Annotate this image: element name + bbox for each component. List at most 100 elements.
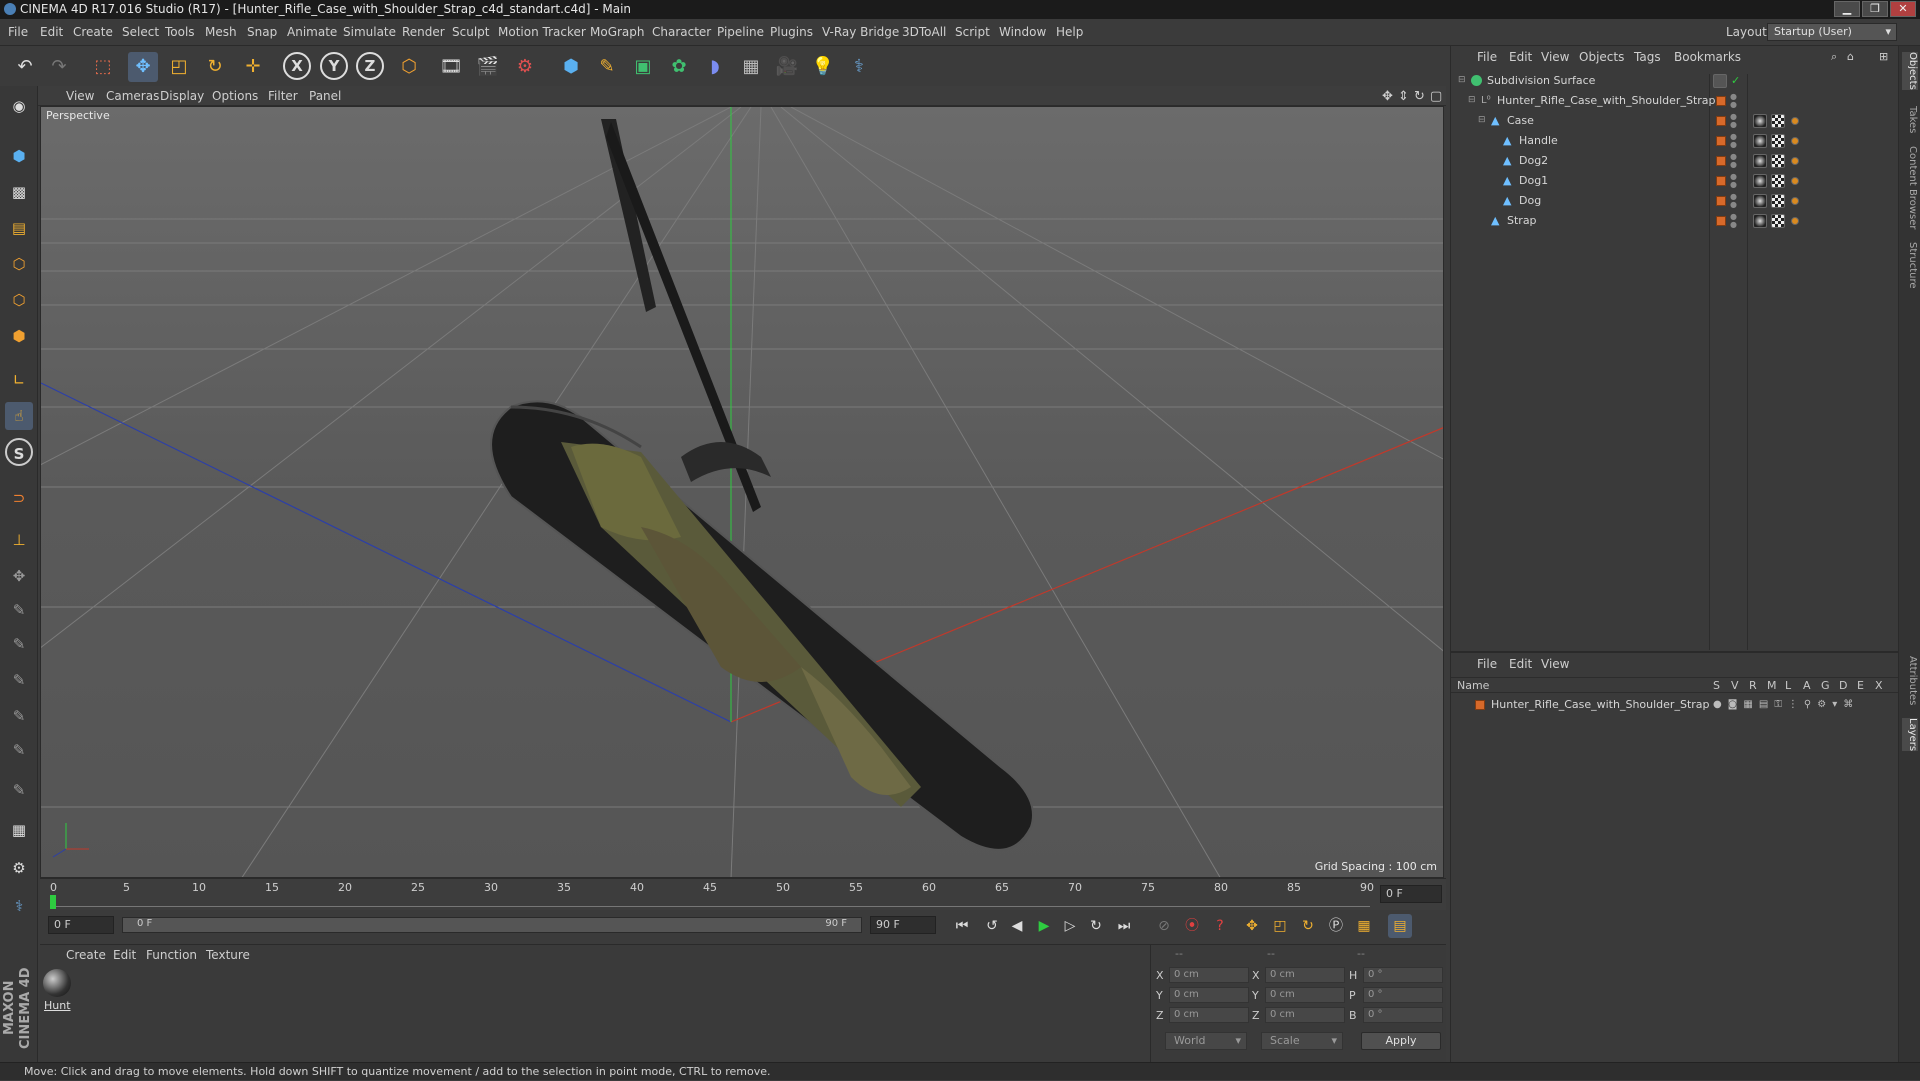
tweak-mode-icon[interactable]: ☝ [5, 402, 33, 430]
material-thumbnail[interactable] [43, 969, 71, 997]
size-y-field[interactable]: 0 cm [1265, 987, 1345, 1003]
timeline-playhead[interactable] [50, 895, 56, 909]
viewport-zoom-icon[interactable]: ⇕ [1398, 89, 1409, 104]
deformer-icon[interactable]: ◗ [700, 52, 730, 82]
layer-col-locked[interactable]: L [1785, 679, 1791, 692]
rotate-tool-icon[interactable]: ↻ [200, 52, 230, 82]
grid-lock-icon[interactable]: ▦ [5, 816, 33, 844]
menu-file[interactable]: File [8, 25, 28, 39]
uvw-tag-icon[interactable] [1771, 114, 1785, 128]
light-icon[interactable]: 💡 [808, 52, 838, 82]
layer-name[interactable]: Hunter_Rifle_Case_with_Shoulder_Strap [1491, 695, 1710, 715]
layers-menu-file[interactable]: File [1477, 657, 1497, 671]
texture-mode-icon[interactable]: ▩ [5, 178, 33, 206]
material-tag-icon[interactable] [1753, 214, 1767, 228]
phong-tag-icon[interactable] [1791, 157, 1799, 165]
brush-icon[interactable]: ✎ [5, 596, 33, 624]
timeline-window-icon[interactable]: ▤ [1388, 914, 1412, 938]
edges-mode-icon[interactable]: ⬡ [5, 286, 33, 314]
viewport-maximize-icon[interactable]: ▢ [1430, 89, 1442, 104]
workplane-axis-icon[interactable]: ⊥ [5, 526, 33, 554]
tab-attributes[interactable]: Attributes [1902, 656, 1918, 705]
material-tag-icon[interactable] [1753, 154, 1767, 168]
brush-s-icon[interactable]: ✎ [5, 702, 33, 730]
size-x-field[interactable]: 0 cm [1265, 967, 1345, 983]
layer-col-generators[interactable]: G [1821, 679, 1830, 692]
uvw-tag-icon[interactable] [1771, 134, 1785, 148]
viewport-move-icon[interactable]: ✥ [1382, 89, 1393, 104]
menu-pipeline[interactable]: Pipeline [717, 25, 764, 39]
menu-sculpt[interactable]: Sculpt [452, 25, 489, 39]
go-to-start-icon[interactable]: ⏮ [950, 914, 974, 938]
tab-structure[interactable]: Structure [1902, 242, 1918, 289]
start-frame-field[interactable]: 0 F [48, 916, 114, 934]
objects-home-icon[interactable]: ⌂ [1847, 50, 1854, 63]
menu-script[interactable]: Script [955, 25, 990, 39]
cube-primitive-icon[interactable]: ⬢ [556, 52, 586, 82]
layer-color-swatch[interactable] [1716, 216, 1726, 226]
visibility-dots-icon[interactable]: ● ● [1730, 213, 1737, 229]
viewport-perspective[interactable]: Perspective Grid Spacing : 100 cm [40, 106, 1444, 878]
object-name[interactable]: Dog2 [1519, 151, 1548, 171]
frame-range-slider[interactable]: 0 F 90 F [122, 917, 862, 933]
objects-menu-view[interactable]: View [1541, 50, 1569, 64]
live-selection-icon[interactable]: ⬚ [88, 52, 118, 82]
objects-menu-edit[interactable]: Edit [1509, 50, 1532, 64]
menu-create[interactable]: Create [73, 25, 113, 39]
objects-menu-bookmarks[interactable]: Bookmarks [1674, 50, 1741, 64]
uvw-tag-icon[interactable] [1771, 194, 1785, 208]
material-tag-icon[interactable] [1753, 194, 1767, 208]
layout-select[interactable]: Startup (User) [1767, 23, 1897, 41]
next-frame-icon[interactable]: ▷ [1058, 914, 1082, 938]
key-position-icon[interactable]: ✥ [1240, 914, 1264, 938]
object-row-case[interactable]: ⊟ ▲ Case ● ● [1451, 111, 1899, 131]
visibility-dots-icon[interactable]: ● ● [1730, 113, 1737, 129]
layer-col-view[interactable]: V [1731, 679, 1739, 692]
objects-search-icon[interactable]: ⌕ [1831, 50, 1837, 64]
material-menu-edit[interactable]: Edit [113, 948, 136, 962]
objects-menu-tags[interactable]: Tags [1634, 50, 1661, 64]
brush-rs-icon[interactable]: ✎ [5, 666, 33, 694]
record-keys-disabled-icon[interactable]: ⊘ [1152, 914, 1176, 938]
expand-toggle-icon[interactable]: ⊟ [1458, 75, 1469, 86]
object-name[interactable]: Case [1507, 111, 1534, 131]
object-name[interactable]: Hunter_Rifle_Case_with_Shoulder_Strap [1497, 91, 1716, 111]
menu-mograph[interactable]: MoGraph [590, 25, 645, 39]
layer-col-expressions[interactable]: E [1857, 679, 1864, 692]
minimize-button[interactable]: ▁ [1834, 1, 1860, 17]
points-mode-icon[interactable]: ⬡ [5, 250, 33, 278]
viewport-menu-panel[interactable]: Panel [309, 89, 341, 103]
layer-col-deformers[interactable]: D [1839, 679, 1847, 692]
object-row-handle[interactable]: ▲ Handle ● ● [1451, 131, 1899, 151]
material-menu-function[interactable]: Function [146, 948, 197, 962]
undo-icon[interactable]: ↶ [10, 52, 40, 82]
position-x-field[interactable]: 0 cm [1169, 967, 1249, 983]
menu-motion-tracker[interactable]: Motion Tracker [498, 25, 586, 39]
menu-3dtoall[interactable]: 3DToAll [902, 25, 946, 39]
object-name[interactable]: Strap [1507, 211, 1537, 231]
layer-col-manager[interactable]: M [1767, 679, 1777, 692]
menu-animate[interactable]: Animate [287, 25, 337, 39]
menu-select[interactable]: Select [122, 25, 159, 39]
play-icon[interactable]: ▶ [1032, 914, 1056, 938]
viewport-rotate-icon[interactable]: ↻ [1414, 89, 1425, 104]
layer-color-swatch[interactable] [1716, 176, 1726, 186]
layer-color-swatch[interactable] [1716, 156, 1726, 166]
subdivision-surface-icon[interactable]: ▣ [628, 52, 658, 82]
move-tool-icon[interactable]: ✥ [128, 52, 158, 82]
polygons-mode-icon[interactable]: ⬢ [5, 322, 33, 350]
keyframe-selection-icon[interactable]: ? [1208, 914, 1232, 938]
transform-tool-icon[interactable]: ✛ [238, 52, 268, 82]
layer-col-animation[interactable]: A [1803, 679, 1811, 692]
menu-snap[interactable]: Snap [247, 25, 277, 39]
viewport-menu-filter[interactable]: Filter [268, 89, 298, 103]
coordinate-system-icon[interactable]: ⬡ [394, 52, 424, 82]
object-row-dog[interactable]: ▲ Dog ● ● [1451, 191, 1899, 211]
object-row-hunter-rifle-case[interactable]: ⊟ L⁰ Hunter_Rifle_Case_with_Shoulder_Str… [1451, 91, 1899, 111]
brush-f-icon[interactable]: ✎ [5, 736, 33, 764]
visibility-dots-icon[interactable]: ● ● [1730, 193, 1737, 209]
object-row-subdivision-surface[interactable]: ⊟ Subdivision Surface ✓ [1451, 71, 1899, 91]
menu-mesh[interactable]: Mesh [205, 25, 237, 39]
layers-menu-edit[interactable]: Edit [1509, 657, 1532, 671]
locked-workplane-icon[interactable]: ✥ [5, 562, 33, 590]
